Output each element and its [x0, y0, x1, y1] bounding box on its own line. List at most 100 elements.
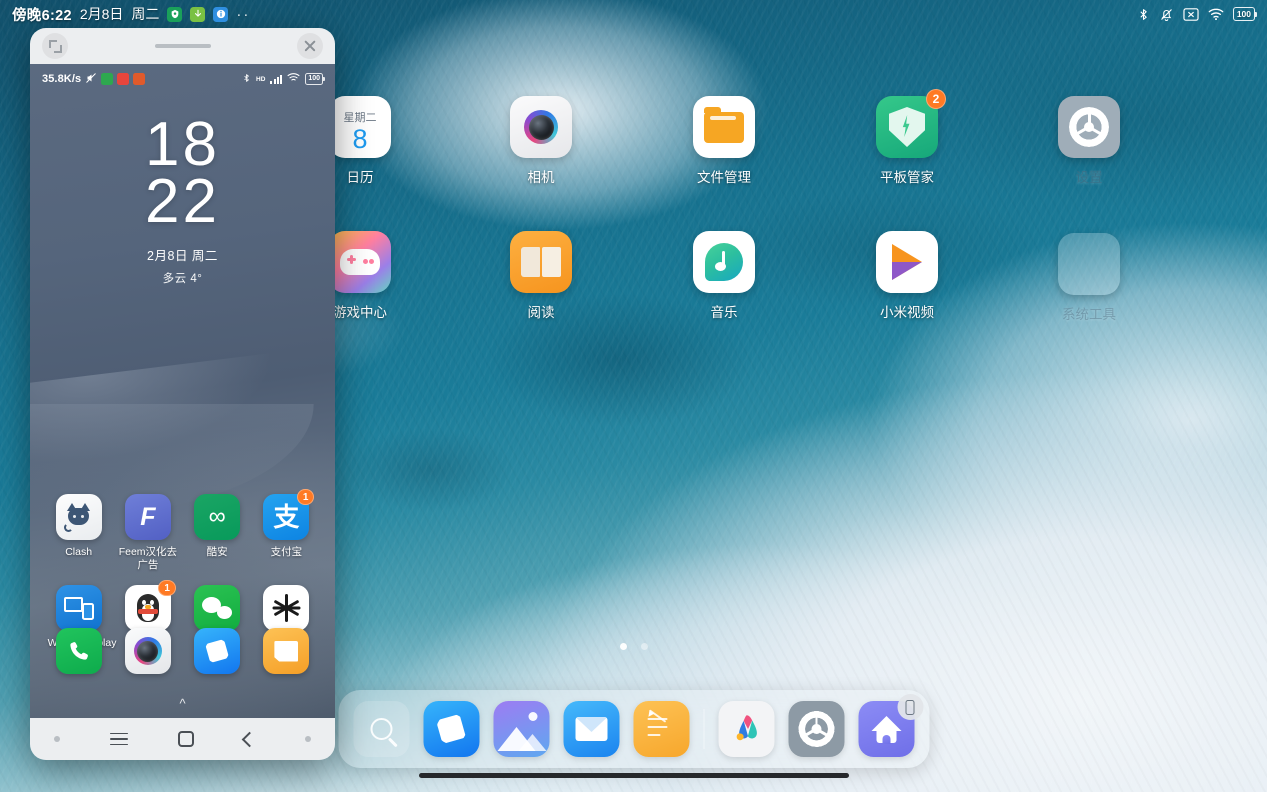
phone-dock-browser[interactable]: [183, 628, 252, 674]
book-icon: [510, 231, 572, 293]
dock-notes-icon[interactable]: [633, 701, 689, 757]
app-settings[interactable]: 设置: [1029, 96, 1149, 186]
signal-icon: [270, 74, 283, 84]
app-label: 酷安: [206, 546, 228, 558]
x-box-icon: [1183, 7, 1199, 21]
clock-date: 2月8日 周二: [147, 249, 218, 264]
adobe-glyph: [736, 715, 757, 741]
status-bar-left: 傍晚6:22 2月8日 周二 ··: [12, 4, 250, 25]
back-icon[interactable]: [241, 731, 258, 747]
app-label: 阅读: [527, 305, 555, 320]
coolapk-icon: ∞: [194, 494, 241, 540]
gear-glyph: [1066, 104, 1112, 150]
dock-home-icon[interactable]: [858, 694, 923, 757]
app-label: 文件管理: [697, 170, 751, 185]
dock-mail-icon[interactable]: [563, 701, 619, 757]
dock-browser-icon[interactable]: [423, 701, 479, 757]
alipay-icon: 支 1: [263, 489, 315, 540]
play-glyph: [892, 244, 922, 280]
dock-settings-icon[interactable]: [788, 701, 844, 757]
app-label: Feem汉化去广告: [118, 546, 178, 571]
app-music[interactable]: 音乐: [664, 231, 784, 321]
music-note-glyph: [705, 243, 743, 281]
dock-adobe-icon[interactable]: [718, 701, 774, 757]
bluetooth-icon: [1137, 7, 1150, 22]
dock-gallery-icon[interactable]: [493, 701, 549, 757]
chevron-up-icon[interactable]: ^: [30, 696, 335, 711]
home-indicator[interactable]: [418, 773, 849, 778]
phone-navigation-bar: [30, 718, 335, 760]
battery-indicator: 100: [1232, 7, 1258, 21]
app-mi-video[interactable]: 小米视频: [847, 231, 967, 321]
camera-icon: [124, 628, 171, 674]
gamepad-glyph: [340, 249, 380, 275]
download-icon[interactable]: [190, 6, 206, 22]
menu-icon[interactable]: [110, 732, 128, 746]
app-file-manager[interactable]: 文件管理: [664, 96, 784, 186]
phone-app-coolapk[interactable]: ∞ 酷安: [183, 494, 252, 571]
app-camera[interactable]: 相机: [481, 96, 601, 186]
phone-app-clash[interactable]: Clash: [44, 494, 113, 571]
phone-dock-phone[interactable]: [44, 628, 113, 674]
security-shield-icon: 2: [876, 89, 946, 158]
nav-dot-right: [305, 736, 311, 742]
book-glyph: [521, 247, 561, 277]
home-icon[interactable]: [178, 731, 194, 747]
status-date: 2月8日: [79, 6, 124, 22]
shield-glyph: [889, 107, 925, 147]
overflow-icon[interactable]: ··: [236, 7, 250, 22]
camera-icon: [510, 96, 572, 158]
app-label: Clash: [65, 546, 93, 558]
phone-app-alipay[interactable]: 支 1 支付宝: [252, 489, 321, 571]
folder-system-tools[interactable]: 系统工具: [1029, 233, 1149, 323]
clock-hour: 18: [145, 110, 220, 179]
app-tablet-manager[interactable]: 2 平板管家: [847, 89, 967, 186]
tablet-dock: [338, 690, 929, 768]
calendar-weekday: 星期二: [343, 111, 377, 124]
wechat-icon: [194, 585, 241, 632]
app-label: 游戏中心: [333, 305, 387, 320]
app-label: 音乐: [710, 305, 738, 320]
xiaoheiwu-icon: [263, 585, 310, 632]
phone-dock-messages[interactable]: [252, 628, 321, 674]
page-dot-1[interactable]: [619, 643, 627, 650]
tablet-icon: [897, 694, 923, 720]
app-reading[interactable]: 阅读: [481, 231, 601, 321]
app-label: 平板管家: [880, 170, 934, 185]
phone-clock-widget[interactable]: 18 22 2月8日 周二 多云 4°: [30, 110, 335, 286]
feem-icon: F: [124, 494, 171, 540]
hd-label: HD: [256, 75, 266, 83]
phone-window-titlebar[interactable]: [30, 28, 335, 64]
weather-text: 多云 4°: [162, 273, 203, 286]
phone-screen: 35.8K/s HD 100 18 22 2月8日 周二 多云 4° Clash…: [30, 64, 335, 718]
wiredxdisplay-icon: [55, 585, 102, 632]
floating-phone-window: 35.8K/s HD 100 18 22 2月8日 周二 多云 4° Clash…: [30, 28, 335, 760]
notes-glyph: [645, 709, 677, 744]
qq-penguin-icon: 1: [124, 580, 176, 632]
browser-icon: [194, 628, 241, 674]
notification-badge: 1: [158, 580, 176, 597]
expand-icon[interactable]: [42, 33, 68, 59]
gamepad-icon: [329, 231, 391, 293]
dock-search-icon[interactable]: [353, 701, 409, 757]
file-manager-icon: [693, 96, 755, 158]
search-icon: [370, 718, 392, 740]
music-note-icon: [693, 231, 755, 293]
phone-status-left: 35.8K/s: [42, 72, 146, 87]
phone-icon: [55, 628, 102, 674]
mute-icon: [85, 72, 97, 87]
video-play-icon: [876, 231, 938, 293]
drag-handle[interactable]: [154, 44, 211, 48]
status-time: 傍晚6:22: [12, 7, 72, 24]
page-dot-2[interactable]: [640, 643, 648, 650]
phone-app-feem[interactable]: F Feem汉化去广告: [113, 494, 182, 571]
info-icon[interactable]: [213, 6, 229, 22]
calendar-icon: 星期二 8: [329, 96, 391, 158]
shield-icon[interactable]: [167, 6, 183, 22]
status-weekday: 周二: [131, 6, 160, 22]
close-icon[interactable]: [297, 33, 323, 59]
calendar-day: 8: [352, 123, 368, 154]
bell-muted-icon: [1159, 7, 1174, 22]
phone-dock-camera[interactable]: [113, 628, 182, 674]
phone-status-bar: 35.8K/s HD 100: [30, 64, 335, 94]
